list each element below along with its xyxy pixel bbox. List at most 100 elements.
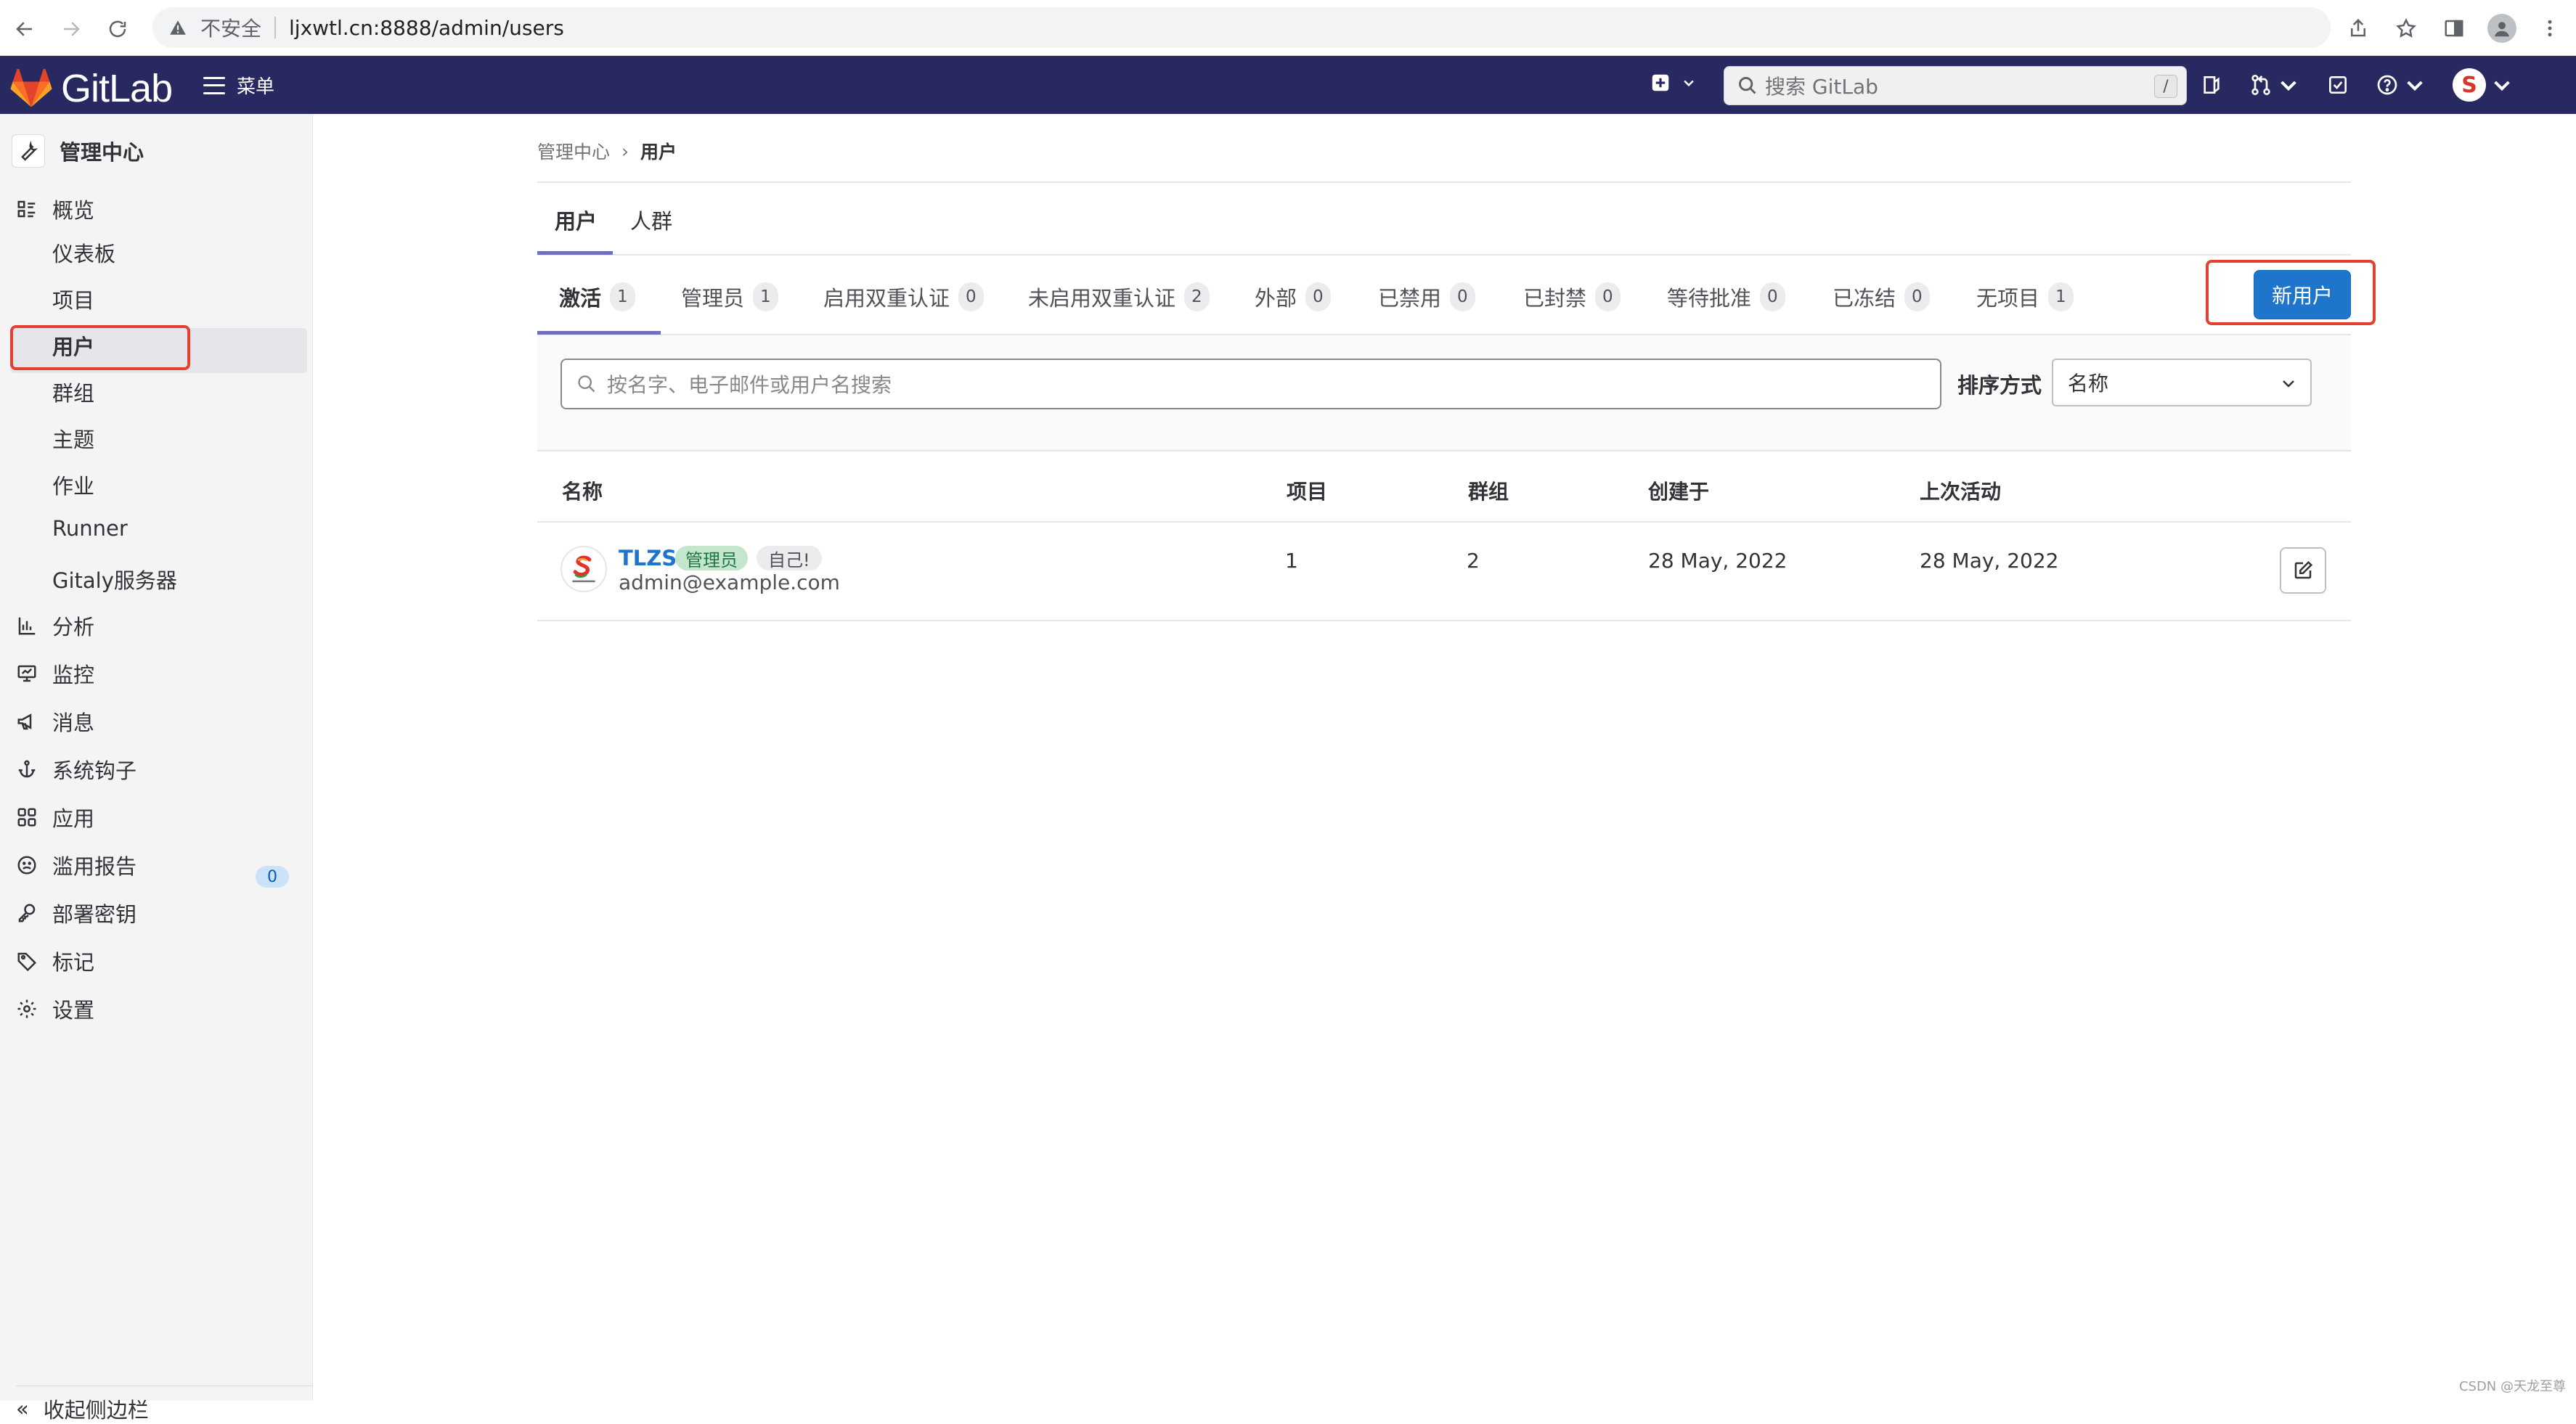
menu-button[interactable]: 菜单 (203, 72, 274, 99)
reload-icon[interactable] (103, 15, 132, 44)
filter-tab-banned[interactable]: 已封禁 0 (1523, 282, 1621, 312)
sidebar-item-messages[interactable]: 消息 (16, 706, 94, 737)
sidebar-item-analytics[interactable]: 分析 (16, 610, 94, 641)
new-user-button[interactable]: 新用户 (2254, 270, 2351, 319)
column-header-created: 创建于 (1648, 476, 1709, 505)
sidebar-item-label: 部署密钥 (52, 898, 136, 928)
plus-square-icon (1650, 72, 1671, 94)
filter-tab-2fa-enabled[interactable]: 启用双重认证 0 (823, 282, 984, 312)
sidebar-item-abuse-reports[interactable]: 滥用报告 (16, 850, 136, 880)
todos-button[interactable] (2326, 73, 2349, 97)
hamburger-icon (203, 77, 225, 94)
insecure-label: 不安全 (200, 13, 261, 42)
filter-tab-without-projects[interactable]: 无项目 1 (1976, 282, 2074, 312)
abuse-icon (16, 854, 38, 876)
sidebar-item-settings[interactable]: 设置 (16, 994, 94, 1024)
merge-requests-button[interactable] (2249, 73, 2300, 97)
avatar[interactable] (561, 546, 607, 592)
forward-arrow-icon[interactable] (57, 15, 86, 44)
filter-label: 外部 (1255, 282, 1297, 312)
collapse-sidebar-button[interactable]: « 收起侧边栏 (16, 1386, 313, 1424)
sidebar-item-jobs[interactable]: 作业 (52, 470, 94, 500)
url-text: ljxwtl.cn:8888/admin/users (289, 16, 564, 40)
sidebar-header[interactable]: 管理中心 (12, 134, 144, 168)
sidebar-item-monitoring[interactable]: 监控 (16, 658, 94, 689)
user-name-link[interactable]: TLZS (619, 546, 677, 570)
sidebar-header-label: 管理中心 (60, 136, 144, 166)
monitor-icon (16, 663, 38, 684)
gitlab-tanuki-icon (10, 69, 52, 108)
user-email: admin@example.com (619, 570, 840, 594)
self-badge: 自己! (757, 546, 822, 570)
tab-users[interactable]: 用户 (555, 205, 597, 235)
sidebar-item-topics[interactable]: 主题 (52, 423, 94, 454)
sort-dropdown[interactable]: 名称 (2052, 359, 2312, 406)
sidebar-item-runners[interactable]: Runner (52, 516, 128, 541)
filter-tab-2fa-disabled[interactable]: 未启用双重认证 2 (1028, 282, 1210, 312)
edit-user-button[interactable] (2280, 547, 2326, 594)
filter-count-badge: 2 (1184, 282, 1210, 311)
browser-menu-icon[interactable] (2534, 12, 2566, 44)
filter-count-badge: 0 (1450, 282, 1475, 311)
sidebar-item-deploy-keys[interactable]: 部署密钥 (16, 898, 136, 928)
bookmark-star-icon[interactable] (2390, 12, 2422, 44)
sidebar-item-dashboard[interactable]: 仪表板 (52, 237, 115, 268)
share-icon[interactable] (2342, 12, 2374, 44)
sidebar-item-system-hooks[interactable]: 系统钩子 (16, 754, 136, 785)
chevron-right-icon: › (621, 141, 629, 162)
sidebar-item-overview[interactable]: 概览 (16, 194, 94, 224)
chevron-down-icon (2490, 73, 2514, 97)
user-filter-tabs: 激活 1 管理员 1 启用双重认证 0 未启用双重认证 2 外部 0 已禁用 0… (537, 255, 2351, 335)
filter-tab-external[interactable]: 外部 0 (1255, 282, 1331, 312)
filter-count-badge: 1 (610, 282, 635, 311)
create-new-dropdown[interactable] (1650, 72, 1696, 94)
search-placeholder: 按名字、电子邮件或用户名搜索 (607, 369, 892, 398)
tab-cohorts[interactable]: 人群 (630, 205, 672, 235)
search-placeholder: 搜索 GitLab (1765, 71, 1878, 100)
filter-tab-deactivated[interactable]: 已冻结 0 (1833, 282, 1930, 312)
filter-count-badge: 1 (2048, 282, 2074, 311)
filter-tab-active[interactable]: 激活 1 (559, 282, 635, 312)
filter-label: 未启用双重认证 (1028, 282, 1175, 312)
sidebar-item-applications[interactable]: 应用 (16, 802, 94, 832)
menu-label: 菜单 (237, 72, 274, 99)
sidebar-item-label: 消息 (52, 706, 94, 737)
column-header-last-activity: 上次活动 (1920, 476, 2001, 505)
gitlab-wordmark: GitLab (61, 66, 172, 111)
user-menu-button[interactable]: S (2453, 68, 2514, 102)
user-search-input[interactable]: 按名字、电子邮件或用户名搜索 (561, 359, 1941, 409)
gitlab-search-input[interactable]: 搜索 GitLab / (1724, 66, 2187, 105)
sidebar-item-label: 监控 (52, 658, 94, 689)
sidebar-item-projects[interactable]: 项目 (52, 284, 94, 314)
collapse-sidebar-label: 收起侧边栏 (44, 1394, 149, 1424)
sidebar-item-labels[interactable]: 标记 (16, 946, 94, 976)
filter-label: 已封禁 (1523, 282, 1586, 312)
address-bar[interactable]: 不安全 ljxwtl.cn:8888/admin/users (152, 7, 2331, 48)
sidebar-item-gitaly-servers[interactable]: Gitaly服务器 (52, 564, 177, 594)
filter-tab-pending-approval[interactable]: 等待批准 0 (1667, 282, 1785, 312)
filter-tab-blocked[interactable]: 已禁用 0 (1378, 282, 1475, 312)
back-arrow-icon[interactable] (10, 15, 39, 44)
filter-tab-admins[interactable]: 管理员 1 (681, 282, 778, 312)
profile-icon[interactable] (2486, 12, 2518, 44)
sidebar-item-label: 滥用报告 (52, 850, 136, 880)
filter-label: 无项目 (1976, 282, 2039, 312)
table-header-divider (537, 521, 2351, 523)
sidebar-item-label: 标记 (52, 946, 94, 976)
watermark: CSDN @天龙至尊 (2459, 1376, 2566, 1395)
breadcrumb-parent[interactable]: 管理中心 (537, 138, 610, 164)
active-filter-indicator (537, 331, 661, 335)
issues-button[interactable] (2200, 73, 2223, 97)
help-button[interactable] (2376, 73, 2426, 97)
filter-label: 激活 (559, 282, 601, 312)
filter-count-badge: 0 (1760, 282, 1785, 311)
sidebar-item-groups[interactable]: 群组 (52, 377, 94, 407)
browser-actions (2342, 0, 2576, 56)
edit-icon (2292, 560, 2314, 581)
users-tabs: 用户 人群 (537, 183, 2351, 255)
filter-label: 已冻结 (1833, 282, 1896, 312)
side-panel-icon[interactable] (2438, 12, 2470, 44)
address-separator (274, 17, 276, 38)
gitlab-logo[interactable]: GitLab (10, 66, 172, 111)
key-icon (16, 902, 38, 924)
